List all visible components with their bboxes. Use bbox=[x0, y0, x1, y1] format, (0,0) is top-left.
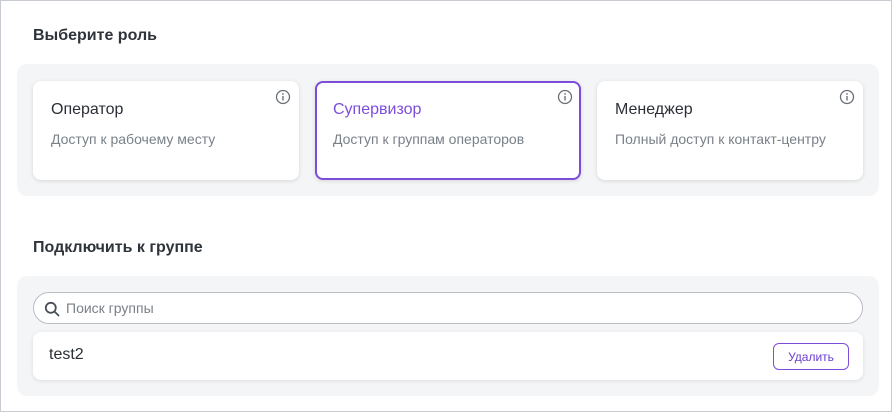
roles-panel: Оператор Доступ к рабочему месту Суперви… bbox=[17, 64, 879, 196]
role-card-description: Доступ к рабочему месту bbox=[51, 131, 216, 147]
info-icon[interactable] bbox=[275, 89, 291, 105]
group-row: test2 Удалить bbox=[33, 332, 863, 380]
groups-section-title: Подключить к группе bbox=[33, 239, 203, 256]
roles-section-title: Выберите роль bbox=[33, 27, 157, 44]
info-icon[interactable] bbox=[557, 89, 573, 105]
delete-group-button[interactable]: Удалить bbox=[773, 343, 849, 370]
role-settings-dialog: Выберите роль Оператор Доступ к рабочему… bbox=[0, 0, 892, 412]
role-card-manager[interactable]: Менеджер Полный доступ к контакт-центру bbox=[597, 81, 863, 180]
role-card-title: Менеджер bbox=[615, 101, 693, 118]
role-card-title: Супервизор bbox=[333, 101, 422, 118]
group-name: test2 bbox=[49, 346, 84, 363]
role-card-title: Оператор bbox=[51, 101, 124, 118]
role-card-description: Доступ к группам операторов bbox=[333, 131, 525, 147]
group-search-field[interactable] bbox=[33, 292, 863, 324]
role-card-operator[interactable]: Оператор Доступ к рабочему месту bbox=[33, 81, 299, 180]
group-search-input[interactable] bbox=[66, 294, 846, 322]
groups-panel: test2 Удалить bbox=[17, 276, 879, 396]
info-icon[interactable] bbox=[839, 89, 855, 105]
search-icon bbox=[44, 301, 60, 317]
role-card-description: Полный доступ к контакт-центру bbox=[615, 131, 826, 147]
role-card-supervisor[interactable]: Супервизор Доступ к группам операторов bbox=[315, 81, 581, 180]
